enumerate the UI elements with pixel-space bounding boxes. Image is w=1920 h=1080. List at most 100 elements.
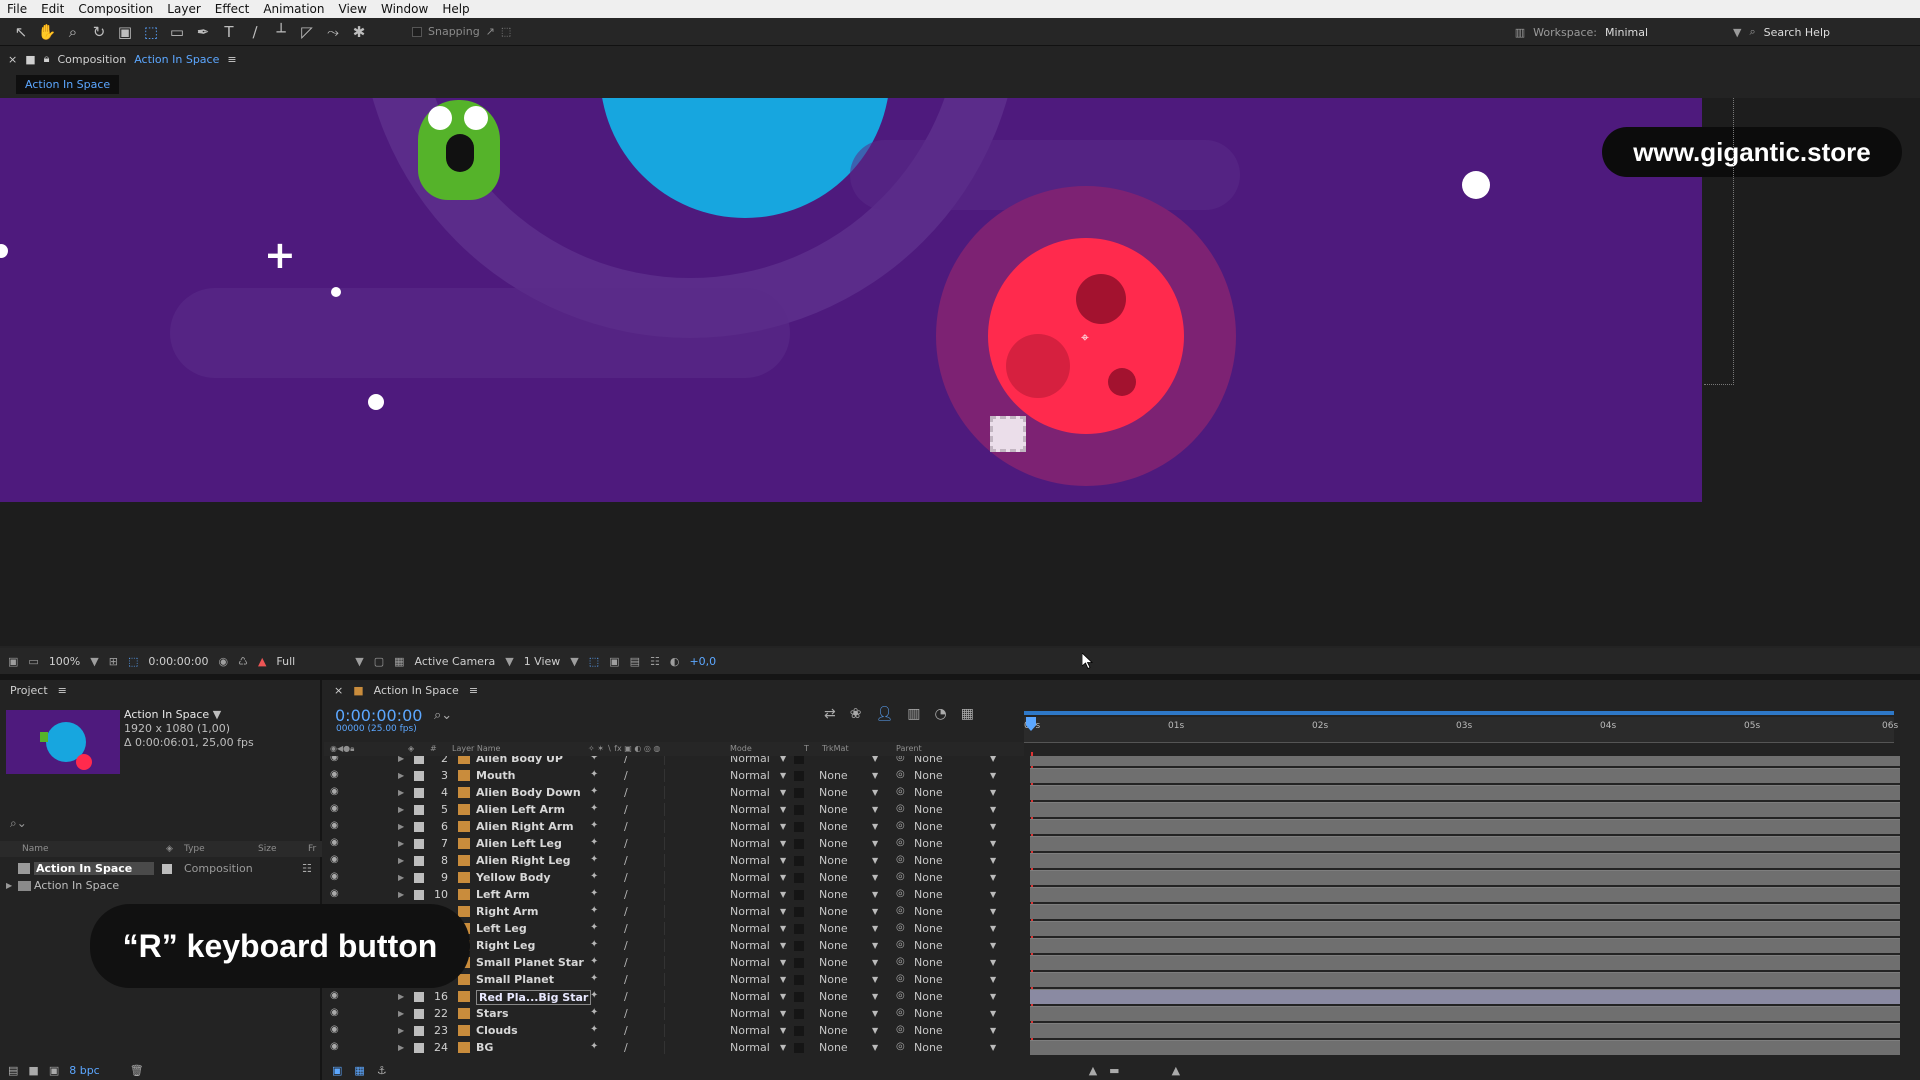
- trkmat-select[interactable]: None: [819, 888, 848, 901]
- workspace-select[interactable]: Minimal: [1605, 26, 1725, 39]
- trkmat-select[interactable]: None: [819, 1007, 848, 1020]
- preserve-transparency-box[interactable]: [794, 907, 804, 917]
- close-icon[interactable]: ×: [8, 53, 17, 66]
- exposure-value[interactable]: +0,0: [689, 655, 716, 668]
- trkmat-select[interactable]: None: [819, 939, 848, 952]
- parent-pickwhip-icon[interactable]: ◎: [896, 905, 905, 916]
- col-layer-name[interactable]: Layer Name: [452, 744, 500, 753]
- trkmat-select[interactable]: None: [819, 956, 848, 969]
- blend-mode-select[interactable]: Normal: [730, 939, 770, 952]
- workspace-switch-icon[interactable]: ▥: [1515, 26, 1525, 39]
- blend-mode-select[interactable]: Normal: [730, 956, 770, 969]
- label-color-swatch[interactable]: [414, 856, 424, 866]
- chevron-down-icon[interactable]: ▼: [872, 907, 878, 916]
- quality-switch-icon[interactable]: ∕: [624, 786, 628, 799]
- parent-pickwhip-icon[interactable]: ◎: [896, 837, 905, 848]
- pan-behind-tool-icon[interactable]: ⬚: [138, 19, 164, 45]
- transfer-controls-toggle-icon[interactable]: ▦: [354, 1064, 364, 1077]
- quality-switch-icon[interactable]: ∕: [624, 973, 628, 986]
- anchor-point-icon[interactable]: ⌖: [1081, 330, 1089, 346]
- comp-mini-flowchart-icon[interactable]: ⇄: [824, 706, 836, 722]
- layer-duration-bar[interactable]: [1030, 802, 1900, 817]
- quality-switch-icon[interactable]: ∕: [624, 1041, 628, 1054]
- layer-duration-bar[interactable]: [1030, 955, 1900, 970]
- chevron-down-icon[interactable]: ▼: [780, 822, 786, 831]
- shy-switch-icon[interactable]: ✦: [590, 871, 598, 882]
- switch-boxes[interactable]: [664, 888, 704, 901]
- trkmat-select[interactable]: None: [819, 922, 848, 935]
- chevron-down-icon[interactable]: ▼: [990, 839, 996, 848]
- label-color-swatch[interactable]: [414, 873, 424, 883]
- visibility-eye-icon[interactable]: ◉: [330, 820, 339, 831]
- search-icon[interactable]: ⌕⌄: [434, 708, 452, 723]
- shy-switch-icon[interactable]: ✦: [590, 905, 598, 916]
- preserve-transparency-box[interactable]: [794, 992, 804, 1002]
- visibility-eye-icon[interactable]: ◉: [330, 837, 339, 848]
- blend-mode-select[interactable]: Normal: [730, 769, 770, 782]
- trkmat-select[interactable]: None: [819, 820, 848, 833]
- quality-switch-icon[interactable]: ∕: [624, 871, 628, 884]
- switch-boxes[interactable]: [664, 990, 704, 1003]
- expand-arrow-icon[interactable]: ▶: [398, 1026, 404, 1035]
- parent-select[interactable]: None: [914, 956, 943, 969]
- parent-pickwhip-icon[interactable]: ◎: [896, 939, 905, 950]
- chevron-down-icon[interactable]: ▼: [780, 941, 786, 950]
- label-color-swatch[interactable]: [414, 1026, 424, 1036]
- lock-icon[interactable]: 🔒︎: [44, 52, 50, 66]
- switch-boxes[interactable]: [664, 769, 704, 782]
- layer-switches-toggle-icon[interactable]: ▣: [332, 1064, 342, 1077]
- layer-duration-bar[interactable]: [1030, 887, 1900, 902]
- zoom-select[interactable]: 100%: [49, 655, 80, 668]
- camera-select[interactable]: Active Camera: [415, 655, 496, 668]
- col-name[interactable]: Name: [22, 844, 49, 854]
- timeline-icon[interactable]: ▤: [630, 655, 640, 668]
- text-tool-icon[interactable]: T: [216, 19, 242, 45]
- chevron-down-icon[interactable]: ▼: [505, 655, 513, 668]
- layer-duration-bar[interactable]: [1030, 870, 1900, 885]
- brush-tool-icon[interactable]: ∕: [242, 19, 268, 45]
- chevron-down-icon[interactable]: ▼: [780, 924, 786, 933]
- shy-switch-icon[interactable]: ✦: [590, 756, 598, 763]
- chevron-down-icon[interactable]: ▼: [990, 1009, 996, 1018]
- layer-row[interactable]: ◉ ▶ 5 Alien Left Arm ✦ ∕ Normal ▼ None ▼ ◎ None ▼: [324, 801, 1920, 818]
- snap-features-icon[interactable]: ⬚: [501, 25, 511, 38]
- layer-name[interactable]: BG: [476, 1041, 493, 1054]
- switch-boxes[interactable]: [664, 837, 704, 850]
- show-snapshot-icon[interactable]: ♺: [238, 655, 248, 668]
- trkmat-select[interactable]: None: [819, 837, 848, 850]
- composition-name[interactable]: Action In Space: [134, 53, 219, 66]
- chevron-down-icon[interactable]: ▼: [990, 958, 996, 967]
- panel-menu-icon[interactable]: ≡: [469, 684, 478, 697]
- preserve-transparency-box[interactable]: [794, 805, 804, 815]
- switch-boxes[interactable]: [664, 786, 704, 799]
- col-parent[interactable]: Parent: [896, 744, 922, 753]
- trkmat-select[interactable]: None: [819, 1024, 848, 1037]
- layer-name[interactable]: Alien Body UP: [476, 756, 563, 765]
- quality-switch-icon[interactable]: ∕: [624, 1007, 628, 1020]
- expand-arrow-icon[interactable]: ▶: [398, 890, 404, 899]
- layer-row[interactable]: ◉ ▶ 9 Yellow Body ✦ ∕ Normal ▼ None ▼ ◎ None ▼: [324, 869, 1920, 886]
- motion-blur-icon[interactable]: ◔: [934, 706, 946, 722]
- preserve-transparency-box[interactable]: [794, 1043, 804, 1053]
- shy-switch-icon[interactable]: ✦: [590, 854, 598, 865]
- small-star-selected[interactable]: [990, 416, 1026, 452]
- quality-switch-icon[interactable]: ∕: [624, 888, 628, 901]
- expand-arrow-icon[interactable]: ▶: [398, 822, 404, 831]
- snapping-toggle[interactable]: Snapping ↗ ⬚: [412, 25, 511, 38]
- parent-select[interactable]: None: [914, 1007, 943, 1020]
- preserve-transparency-box[interactable]: [794, 822, 804, 832]
- parent-select[interactable]: None: [914, 922, 943, 935]
- hand-tool-icon[interactable]: ✋: [34, 19, 60, 45]
- switch-boxes[interactable]: [664, 803, 704, 816]
- layer-name[interactable]: Right Arm: [476, 905, 538, 918]
- expand-arrow-icon[interactable]: ▶: [398, 873, 404, 882]
- draft-3d-icon[interactable]: ❀: [850, 706, 862, 722]
- close-icon[interactable]: ×: [334, 684, 343, 697]
- label-color-swatch[interactable]: [414, 992, 424, 1002]
- parent-pickwhip-icon[interactable]: ◎: [896, 769, 905, 780]
- layer-row[interactable]: ◉ ▶ 3 Mouth ✦ ∕ Normal ▼ None ▼ ◎ None ▼: [324, 767, 1920, 784]
- layer-row[interactable]: ◉▶11Right Arm✦∕Normal▼None▼◎None▼: [324, 903, 1920, 920]
- flowchart-icon[interactable]: ☷: [302, 862, 312, 875]
- quality-switch-icon[interactable]: ∕: [624, 803, 628, 816]
- parent-select[interactable]: None: [914, 803, 943, 816]
